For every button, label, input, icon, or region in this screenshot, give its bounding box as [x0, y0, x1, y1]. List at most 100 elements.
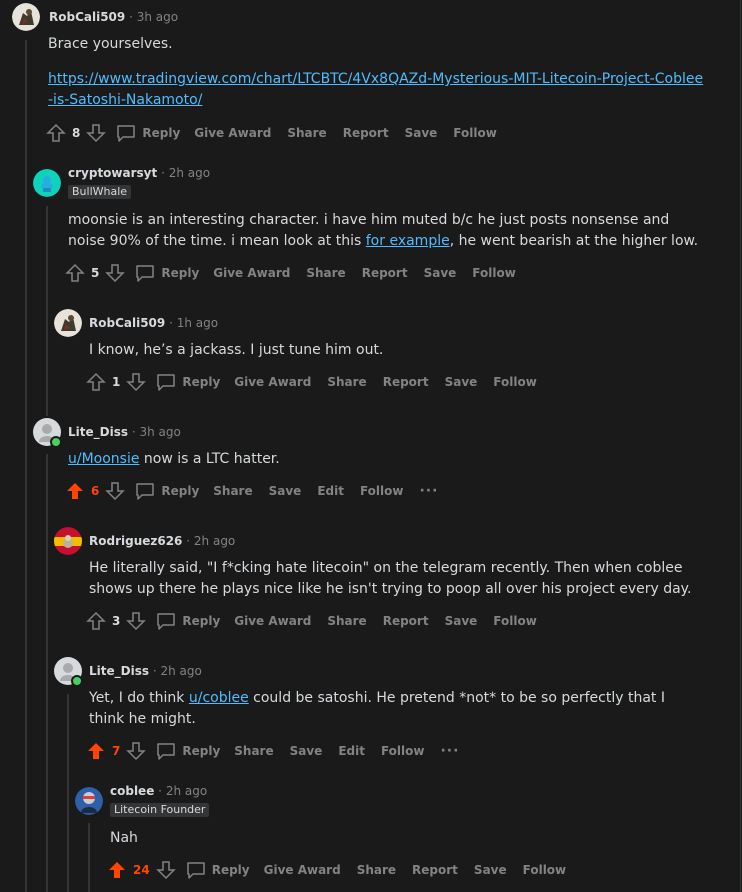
- share-button[interactable]: Share: [327, 614, 366, 628]
- upvote-icon[interactable]: [107, 860, 127, 880]
- follow-button[interactable]: Follow: [493, 614, 537, 628]
- upvote-icon[interactable]: [65, 263, 85, 283]
- author-link[interactable]: coblee: [110, 784, 154, 798]
- give-award-button[interactable]: Give Award: [234, 614, 311, 628]
- share-button[interactable]: Share: [357, 863, 396, 877]
- share-button[interactable]: Share: [327, 375, 366, 389]
- share-button[interactable]: Share: [213, 484, 252, 498]
- reply-icon: [157, 374, 176, 391]
- save-button[interactable]: Save: [474, 863, 507, 877]
- follow-button[interactable]: Follow: [453, 126, 497, 140]
- comment-text: Yet, I do think: [89, 690, 189, 706]
- follow-button[interactable]: Follow: [493, 375, 537, 389]
- vote-score: 24: [133, 863, 150, 877]
- author-link[interactable]: Rodriguez626: [89, 534, 182, 548]
- reply-button[interactable]: Reply: [156, 741, 220, 761]
- timestamp[interactable]: 2h ago: [160, 664, 201, 678]
- thread-line[interactable]: [67, 694, 69, 892]
- avatar[interactable]: [33, 169, 61, 197]
- thread-line[interactable]: [46, 454, 48, 892]
- more-options-icon[interactable]: ···: [419, 483, 438, 499]
- share-button[interactable]: Share: [306, 266, 345, 280]
- follow-button[interactable]: Follow: [472, 266, 516, 280]
- upvote-icon[interactable]: [86, 611, 106, 631]
- reply-button[interactable]: Reply: [186, 860, 250, 880]
- more-options-icon[interactable]: ···: [440, 743, 459, 759]
- downvote-icon[interactable]: [105, 481, 126, 501]
- reply-button[interactable]: Reply: [156, 372, 220, 392]
- report-button[interactable]: Report: [343, 126, 389, 140]
- downvote-icon[interactable]: [126, 611, 147, 631]
- thread-line[interactable]: [88, 823, 90, 892]
- follow-button[interactable]: Follow: [381, 744, 425, 758]
- upvote-icon[interactable]: [86, 741, 106, 761]
- give-award-button[interactable]: Give Award: [264, 863, 341, 877]
- comment-text: I know, he’s a jackass. I just tune him …: [89, 342, 384, 358]
- avatar[interactable]: [75, 787, 103, 815]
- timestamp[interactable]: 1h ago: [177, 316, 218, 330]
- upvote-icon[interactable]: [86, 372, 106, 392]
- downvote-icon[interactable]: [105, 263, 126, 283]
- reply-button[interactable]: Reply: [156, 611, 220, 631]
- thread-line[interactable]: [25, 40, 27, 892]
- author-link[interactable]: Lite_Diss: [68, 425, 128, 439]
- timestamp[interactable]: 2h ago: [166, 784, 207, 798]
- save-button[interactable]: Save: [445, 614, 478, 628]
- comment-link[interactable]: for example: [366, 233, 450, 249]
- edit-button[interactable]: Edit: [317, 484, 344, 498]
- separator-dot: ·: [186, 534, 191, 548]
- reply-button[interactable]: Reply: [116, 123, 180, 143]
- share-button[interactable]: Share: [234, 744, 273, 758]
- author-link[interactable]: Lite_Diss: [89, 664, 149, 678]
- comment-link[interactable]: u/coblee: [189, 690, 249, 706]
- vote-score: 3: [112, 614, 121, 628]
- author-link[interactable]: RobCali509: [49, 10, 125, 24]
- timestamp[interactable]: 2h ago: [169, 166, 210, 180]
- timestamp[interactable]: 3h ago: [139, 425, 180, 439]
- reply-icon: [186, 862, 205, 879]
- avatar[interactable]: [12, 3, 40, 31]
- save-button[interactable]: Save: [445, 375, 478, 389]
- upvote-icon[interactable]: [65, 481, 85, 501]
- thread-line[interactable]: [46, 206, 48, 416]
- reply-icon: [157, 743, 176, 760]
- follow-button[interactable]: Follow: [360, 484, 404, 498]
- author-link[interactable]: RobCali509: [89, 316, 165, 330]
- save-button[interactable]: Save: [405, 126, 438, 140]
- upvote-icon[interactable]: [46, 123, 66, 143]
- avatar[interactable]: [33, 418, 62, 448]
- report-button[interactable]: Report: [383, 375, 429, 389]
- share-button[interactable]: Share: [287, 126, 326, 140]
- downvote-icon[interactable]: [86, 123, 107, 143]
- edit-button[interactable]: Edit: [338, 744, 365, 758]
- report-button[interactable]: Report: [362, 266, 408, 280]
- comment-actions: 5 Reply Give Award Share Report Save Fol…: [65, 262, 532, 284]
- avatar[interactable]: [54, 657, 83, 687]
- save-button[interactable]: Save: [269, 484, 302, 498]
- avatar[interactable]: [54, 309, 82, 337]
- comment-meta: coblee · 2h ago: [110, 783, 207, 799]
- give-award-button[interactable]: Give Award: [234, 375, 311, 389]
- downvote-icon[interactable]: [155, 860, 176, 880]
- avatar[interactable]: [54, 527, 82, 555]
- vote-score: 7: [112, 744, 121, 758]
- reply-icon: [117, 125, 136, 142]
- give-award-button[interactable]: Give Award: [194, 126, 271, 140]
- reply-button[interactable]: Reply: [135, 481, 199, 501]
- timestamp[interactable]: 3h ago: [137, 10, 178, 24]
- comment-link[interactable]: u/Moonsie: [68, 451, 139, 467]
- reply-button[interactable]: Reply: [135, 263, 199, 283]
- comment-meta: cryptowarsyt · 2h ago: [68, 165, 210, 181]
- author-link[interactable]: cryptowarsyt: [68, 166, 157, 180]
- timestamp[interactable]: 2h ago: [194, 534, 235, 548]
- report-button[interactable]: Report: [383, 614, 429, 628]
- comment-link[interactable]: https://www.tradingview.com/chart/LTCBTC…: [48, 71, 703, 108]
- downvote-icon[interactable]: [126, 372, 147, 392]
- save-button[interactable]: Save: [424, 266, 457, 280]
- downvote-icon[interactable]: [126, 741, 147, 761]
- give-award-button[interactable]: Give Award: [213, 266, 290, 280]
- follow-button[interactable]: Follow: [523, 863, 567, 877]
- save-button[interactable]: Save: [290, 744, 323, 758]
- report-button[interactable]: Report: [412, 863, 458, 877]
- comment-actions: 6 Reply Share Save Edit Follow ···: [65, 480, 438, 502]
